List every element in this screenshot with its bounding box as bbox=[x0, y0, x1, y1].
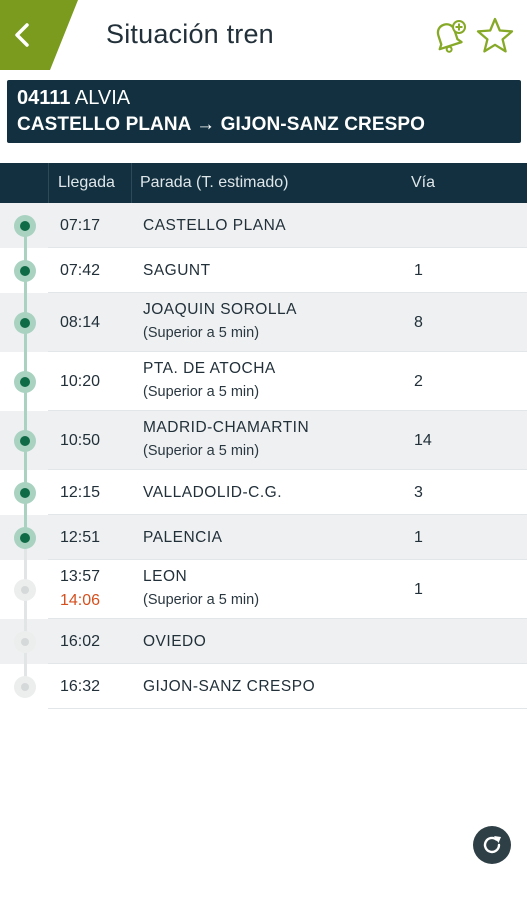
stop-pending-icon bbox=[14, 578, 36, 601]
star-outline-icon[interactable] bbox=[475, 16, 515, 56]
stop-name: MADRID-CHAMARTIN (Superior a 5 min) bbox=[143, 419, 309, 459]
train-type: ALVIA bbox=[74, 87, 131, 109]
track-number: 3 bbox=[414, 483, 423, 501]
stop-passed-icon bbox=[14, 214, 36, 237]
column-arrival: Llegada bbox=[58, 174, 115, 191]
bell-add-icon[interactable] bbox=[428, 16, 468, 56]
scheduled-time: 16:02 bbox=[60, 632, 101, 650]
refresh-icon bbox=[483, 836, 501, 854]
stop-passed-icon bbox=[14, 259, 36, 282]
stop-name: SAGUNT bbox=[143, 262, 211, 280]
arrival-time: 12:51 bbox=[60, 529, 100, 547]
arrival-time: 08:14 bbox=[60, 314, 100, 332]
delay-note: (Superior a 5 min) bbox=[143, 443, 260, 459]
app-header: Situación tren bbox=[0, 0, 527, 70]
scheduled-time: 12:51 bbox=[60, 528, 101, 546]
stop-label: MADRID-CHAMARTIN bbox=[143, 419, 310, 436]
arrival-time: 12:15 bbox=[60, 484, 100, 502]
stop-label: PALENCIA bbox=[143, 528, 223, 546]
scheduled-time: 07:17 bbox=[60, 216, 101, 234]
track-number: 1 bbox=[414, 528, 423, 546]
scheduled-time: 13:57 bbox=[60, 568, 101, 585]
scheduled-time: 10:20 bbox=[60, 372, 101, 390]
stop-label: PTA. DE ATOCHA bbox=[143, 360, 276, 377]
list-item: 12:15 VALLADOLID-C.G. 3 bbox=[0, 470, 527, 515]
stop-label: CASTELLO PLANA bbox=[143, 216, 287, 234]
arrival-time: 10:20 bbox=[60, 373, 100, 391]
stop-name: PALENCIA bbox=[143, 529, 223, 547]
stop-name: CASTELLO PLANA bbox=[143, 217, 286, 235]
scheduled-time: 07:42 bbox=[60, 261, 101, 279]
track-number: 2 bbox=[414, 372, 423, 390]
scheduled-time: 10:50 bbox=[60, 431, 101, 449]
delay-note: (Superior a 5 min) bbox=[143, 592, 260, 608]
delay-note: (Superior a 5 min) bbox=[143, 384, 260, 400]
track-number: 8 bbox=[414, 313, 423, 331]
stop-label: GIJON-SANZ CRESPO bbox=[143, 677, 316, 695]
back-button[interactable] bbox=[0, 0, 78, 70]
stop-label: OVIEDO bbox=[143, 632, 207, 650]
stop-name: VALLADOLID-C.G. bbox=[143, 484, 282, 502]
train-route: CASTELLO PLANA → GIJON-SANZ CRESPO bbox=[17, 114, 426, 135]
column-divider bbox=[48, 163, 49, 203]
refresh-button[interactable] bbox=[473, 826, 511, 864]
scheduled-time: 16:32 bbox=[60, 677, 101, 695]
page-title: Situación tren bbox=[106, 19, 274, 49]
stop-passed-icon bbox=[14, 481, 36, 504]
arrival-time: 07:17 bbox=[60, 217, 100, 235]
delay-note: (Superior a 5 min) bbox=[143, 325, 260, 341]
stop-pending-icon bbox=[14, 675, 36, 698]
stop-passed-icon bbox=[14, 311, 36, 334]
arrival-time: 07:42 bbox=[60, 262, 100, 280]
train-info: 04111 ALVIA CASTELLO PLANA → GIJON-SANZ … bbox=[7, 80, 521, 143]
stop-passed-icon bbox=[14, 429, 36, 452]
arrival-time: 10:50 bbox=[60, 432, 100, 450]
column-stop: Parada (T. estimado) bbox=[140, 174, 289, 191]
list-item: 16:32 GIJON-SANZ CRESPO bbox=[0, 664, 527, 709]
stop-label: JOAQUIN SOROLLA bbox=[143, 301, 297, 318]
list-item: 07:17 CASTELLO PLANA bbox=[0, 203, 527, 248]
track-number: 1 bbox=[414, 261, 423, 279]
stop-name: GIJON-SANZ CRESPO bbox=[143, 678, 315, 696]
table-header: Llegada Parada (T. estimado) Vía bbox=[0, 163, 527, 203]
column-track: Vía bbox=[411, 174, 436, 191]
arrival-time: 13:57 14:06 bbox=[60, 568, 100, 610]
track-number: 1 bbox=[414, 580, 423, 598]
train-number: 04111 bbox=[17, 87, 71, 109]
estimated-time: 14:06 bbox=[60, 592, 101, 609]
list-item: 12:51 PALENCIA 1 bbox=[0, 515, 527, 560]
train-id: 04111 ALVIA bbox=[17, 87, 130, 110]
list-item: 10:20 PTA. DE ATOCHA (Superior a 5 min) 2 bbox=[0, 352, 527, 411]
column-divider bbox=[131, 163, 132, 203]
list-item: 08:14 JOAQUIN SOROLLA (Superior a 5 min) 8 bbox=[0, 293, 527, 352]
arrival-time: 16:02 bbox=[60, 633, 100, 651]
stop-name: OVIEDO bbox=[143, 633, 206, 651]
stop-label: SAGUNT bbox=[143, 261, 211, 279]
stop-passed-icon bbox=[14, 370, 36, 393]
track-number: 14 bbox=[414, 431, 432, 449]
stop-name: PTA. DE ATOCHA (Superior a 5 min) bbox=[143, 360, 276, 400]
list-item: 07:42 SAGUNT 1 bbox=[0, 248, 527, 293]
stop-pending-icon bbox=[14, 630, 36, 653]
stop-label: VALLADOLID-C.G. bbox=[143, 483, 283, 501]
row-divider bbox=[48, 708, 527, 709]
stop-name: LEON (Superior a 5 min) bbox=[143, 568, 259, 608]
stop-passed-icon bbox=[14, 526, 36, 549]
stop-label: LEON bbox=[143, 568, 188, 585]
scheduled-time: 12:15 bbox=[60, 483, 101, 501]
stop-name: JOAQUIN SOROLLA (Superior a 5 min) bbox=[143, 301, 297, 341]
list-item: 13:57 14:06 LEON (Superior a 5 min) 1 bbox=[0, 560, 527, 619]
list-item: 10:50 MADRID-CHAMARTIN (Superior a 5 min) 1… bbox=[0, 411, 527, 470]
scheduled-time: 08:14 bbox=[60, 313, 101, 331]
list-item: 16:02 OVIEDO bbox=[0, 619, 527, 664]
arrival-time: 16:32 bbox=[60, 678, 100, 696]
